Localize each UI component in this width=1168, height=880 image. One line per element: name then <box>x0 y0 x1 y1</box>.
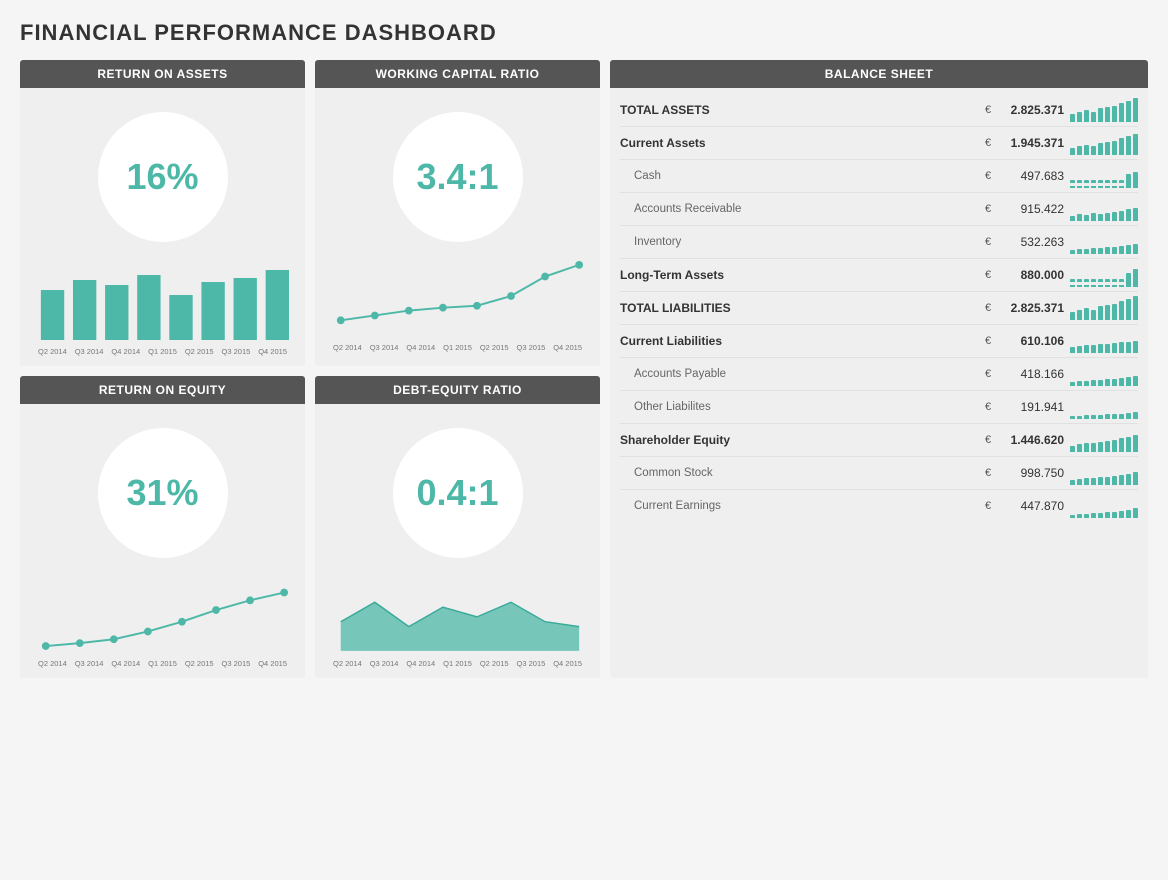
bs-value: 497.683 <box>996 169 1064 183</box>
mini-bars <box>1070 494 1138 518</box>
table-row: Inventory € 532.263 <box>620 226 1138 259</box>
table-row: Other Liabilites € 191.941 <box>620 391 1138 424</box>
table-row: Shareholder Equity € 1.446.620 <box>620 424 1138 457</box>
bs-label: Shareholder Equity <box>620 433 980 447</box>
roe-value: 31% <box>126 472 198 514</box>
roa-chart: Q2 2014Q3 2014Q4 2014Q1 2015Q2 2015Q3 20… <box>30 256 295 356</box>
table-row: Accounts Receivable € 915.422 <box>620 193 1138 226</box>
bs-label: Inventory <box>620 236 980 248</box>
table-row: Current Earnings € 447.870 <box>620 490 1138 522</box>
wcr-circle: 3.4:1 <box>393 112 523 242</box>
bs-label: Current Assets <box>620 136 980 150</box>
bs-label: Current Earnings <box>620 500 980 512</box>
der-value: 0.4:1 <box>416 472 498 514</box>
bs-label: Common Stock <box>620 467 980 479</box>
roe-card: RETURN ON EQUITY 31% Q2 2014Q3 <box>20 376 305 678</box>
roa-value: 16% <box>126 156 198 198</box>
bs-label: Accounts Payable <box>620 368 980 380</box>
mini-bars <box>1070 362 1138 386</box>
wcr-card: WORKING CAPITAL RATIO 3.4:1 Q2 <box>315 60 600 366</box>
der-chart: Q2 2014Q3 2014Q4 2014Q1 2015Q2 2015Q3 20… <box>325 572 590 668</box>
roa-xlabels: Q2 2014Q3 2014Q4 2014Q1 2015Q2 2015Q3 20… <box>36 347 289 356</box>
mini-bars <box>1070 395 1138 419</box>
mini-bars <box>1070 296 1138 320</box>
mini-bars <box>1070 461 1138 485</box>
bs-value: 1.945.371 <box>996 136 1064 150</box>
mini-bars <box>1070 197 1138 221</box>
wcr-header: WORKING CAPITAL RATIO <box>315 60 600 88</box>
wcr-chart: Q2 2014Q3 2014Q4 2014Q1 2015Q2 2015Q3 20… <box>325 256 590 352</box>
bs-label: TOTAL LIABILITIES <box>620 301 980 315</box>
mini-bars <box>1070 329 1138 353</box>
bs-value: 191.941 <box>996 400 1064 414</box>
bs-value: 998.750 <box>996 466 1064 480</box>
balance-header: BALANCE SHEET <box>610 60 1148 88</box>
mini-bars <box>1070 131 1138 155</box>
table-row: Current Assets € 1.945.371 <box>620 127 1138 160</box>
balance-sheet-card: BALANCE SHEET TOTAL ASSETS € 2.825.371 C… <box>610 60 1148 678</box>
table-row: TOTAL LIABILITIES € 2.825.371 <box>620 292 1138 325</box>
mini-bars <box>1070 428 1138 452</box>
der-header: DEBT-EQUITY RATIO <box>315 376 600 404</box>
roe-circle: 31% <box>98 428 228 558</box>
bs-value: 532.263 <box>996 235 1064 249</box>
mini-bars <box>1070 98 1138 122</box>
dashboard-title: FINANCIAL PERFORMANCE DASHBOARD <box>20 20 1148 46</box>
bs-value: 915.422 <box>996 202 1064 216</box>
table-row: Accounts Payable € 418.166 <box>620 358 1138 391</box>
bs-label-accounts-receivable: Accounts Receivable <box>620 203 980 215</box>
table-row: TOTAL ASSETS € 2.825.371 <box>620 94 1138 127</box>
mini-bars <box>1070 164 1138 188</box>
bs-value: 447.870 <box>996 499 1064 513</box>
bs-value: 1.446.620 <box>996 433 1064 447</box>
bs-label: Long-Term Assets <box>620 268 980 282</box>
table-row: Long-Term Assets € 880.000 <box>620 259 1138 292</box>
bs-label: Cash <box>620 170 980 182</box>
bs-value: 418.166 <box>996 367 1064 381</box>
bs-value: 610.106 <box>996 334 1064 348</box>
bs-label: TOTAL ASSETS <box>620 103 980 117</box>
bs-value: 2.825.371 <box>996 301 1064 315</box>
bs-value: 880.000 <box>996 268 1064 282</box>
roe-xlabels: Q2 2014Q3 2014Q4 2014Q1 2015Q2 2015Q3 20… <box>36 659 289 668</box>
bs-label: Other Liabilites <box>620 401 980 413</box>
der-card: DEBT-EQUITY RATIO 0.4:1 Q2 2014Q3 2014Q4… <box>315 376 600 678</box>
table-row: Cash € 497.683 <box>620 160 1138 193</box>
wcr-value: 3.4:1 <box>416 156 498 198</box>
roe-header: RETURN ON EQUITY <box>20 376 305 404</box>
mini-bars <box>1070 230 1138 254</box>
roa-circle: 16% <box>98 112 228 242</box>
balance-table: TOTAL ASSETS € 2.825.371 Current Assets … <box>610 88 1148 528</box>
bs-label: Current Liabilities <box>620 334 980 348</box>
wcr-xlabels: Q2 2014Q3 2014Q4 2014Q1 2015Q2 2015Q3 20… <box>331 343 584 352</box>
roe-chart: Q2 2014Q3 2014Q4 2014Q1 2015Q2 2015Q3 20… <box>30 572 295 668</box>
table-row: Common Stock € 998.750 <box>620 457 1138 490</box>
bs-value: 2.825.371 <box>996 103 1064 117</box>
der-circle: 0.4:1 <box>393 428 523 558</box>
der-xlabels: Q2 2014Q3 2014Q4 2014Q1 2015Q2 2015Q3 20… <box>331 659 584 668</box>
table-row: Current Liabilities € 610.106 <box>620 325 1138 358</box>
roa-header: RETURN ON ASSETS <box>20 60 305 88</box>
mini-bars <box>1070 263 1138 287</box>
roa-card: RETURN ON ASSETS 16% Q2 2014Q3 <box>20 60 305 366</box>
